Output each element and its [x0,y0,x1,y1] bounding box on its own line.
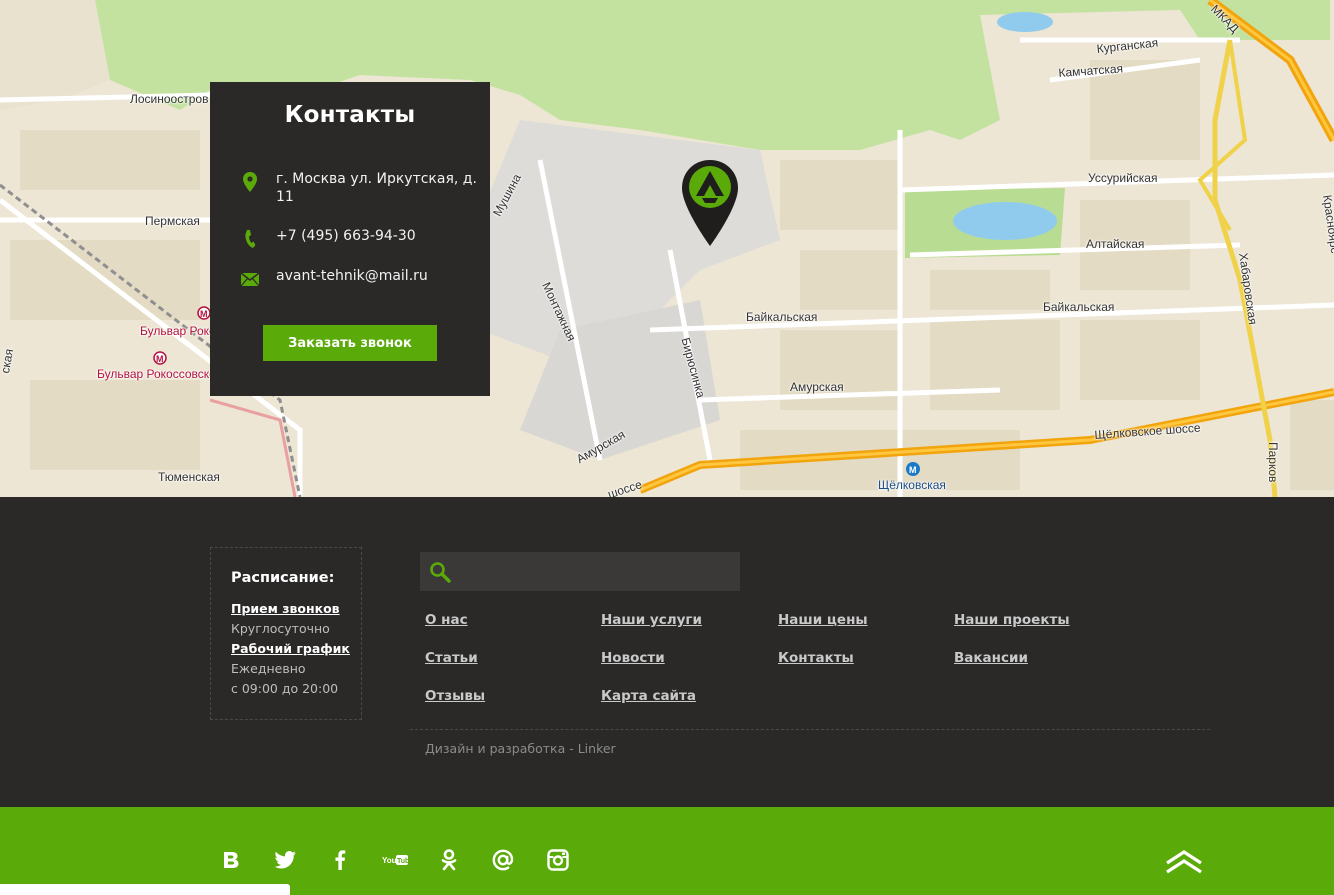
footer-link-vacancies[interactable]: Вакансии [954,650,1028,666]
search-input[interactable] [460,552,738,591]
contact-phone[interactable]: +7 (495) 663-94-30 [240,227,480,249]
contacts-title: Контакты [284,102,416,128]
map-label-ussuriyskaya: Уссурийская [1088,171,1158,185]
footer-link-contacts[interactable]: Контакты [778,650,854,666]
phone-icon [240,229,260,249]
schedule-title: Расписание: [231,570,335,586]
schedule-work-heading[interactable]: Рабочий график [231,639,361,659]
map-label-tyumenskaya: Тюменская [158,470,220,484]
vk-icon[interactable] [218,847,244,873]
map-label-metro-bulvar-2: Бульвар Рокоссовско [97,367,216,381]
footer-link-sitemap[interactable]: Карта сайта [601,688,696,704]
map-label-amurskaya: Амурская [790,380,844,394]
social-bar: YouTube [0,807,1334,895]
schedule-box: Расписание: Прием звонков Круглосуточно … [210,547,362,720]
mailru-icon[interactable] [490,847,516,873]
twitter-icon[interactable] [272,847,298,873]
facebook-icon[interactable] [327,847,353,873]
search-icon[interactable] [429,561,451,583]
schedule-calls-heading[interactable]: Прием звонков [231,599,361,619]
instagram-icon[interactable] [545,847,571,873]
map-label-parkovaya: Парков [1266,442,1280,483]
contact-email-text[interactable]: avant-tehnik@mail.ru [276,267,428,285]
map-label-metro-shchelkovskaya: Щёлковская [878,478,946,492]
schedule-calls-text: Круглосуточно [231,621,330,636]
footer-link-news[interactable]: Новости [601,650,665,666]
map-label-baykalskaya-2: Байкальская [1043,300,1115,314]
contacts-card: Контакты г. Москва ул. Иркутская, д. 11 … [210,82,490,396]
schedule-work-text-days: Ежедневно [231,661,306,676]
footer: Расписание: Прием звонков Круглосуточно … [0,497,1334,807]
scroll-to-top-icon[interactable] [1164,847,1204,877]
map-label-losinoostrov: Лосиноостров [130,92,209,106]
svg-text:M: M [156,354,164,364]
svg-text:M: M [200,309,208,319]
footer-link-about[interactable]: О нас [425,612,468,628]
contact-address: г. Москва ул. Иркутская, д. 11 [240,170,480,206]
map-marker-icon [240,172,260,192]
search-box [420,552,740,591]
schedule-work-text-hours: с 09:00 до 20:00 [231,681,339,696]
youtube-icon[interactable]: YouTube [381,847,409,873]
map-label-altayskaya: Алтайская [1086,237,1145,251]
contact-email[interactable]: avant-tehnik@mail.ru [240,267,480,289]
envelope-icon [240,269,260,289]
map-label-permskaya: Пермская [145,214,200,228]
developer-credit[interactable]: Дизайн и разработка - Linker [425,741,616,756]
footer-divider [410,729,1210,730]
footer-link-services[interactable]: Наши услуги [601,612,702,628]
order-call-button[interactable]: Заказать звонок [263,325,437,361]
svg-text:Tube: Tube [397,858,408,865]
footer-link-reviews[interactable]: Отзывы [425,688,485,704]
contact-phone-text[interactable]: +7 (495) 663-94-30 [276,227,416,245]
map-label-baykalskaya-1: Байкальская [746,310,818,324]
map[interactable]: M M M Лосиноостров Пермская Бульвар Роко… [0,0,1334,497]
location-pin-icon[interactable] [682,160,738,248]
contact-address-text: г. Москва ул. Иркутская, д. 11 [276,171,477,205]
bottom-panel-edge [0,884,290,895]
footer-link-articles[interactable]: Статьи [425,650,478,666]
footer-link-prices[interactable]: Наши цены [778,612,868,628]
svg-text:You: You [382,856,397,865]
odnoklassniki-icon[interactable] [436,847,462,873]
svg-text:M: M [909,465,917,475]
footer-link-projects[interactable]: Наши проекты [954,612,1070,628]
